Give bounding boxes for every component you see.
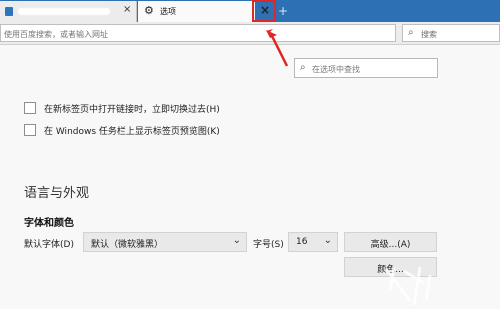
tab-options-title: 选项 — [160, 7, 176, 16]
tab-options[interactable]: ⚙ 选项 — [138, 1, 255, 22]
font-size-select[interactable]: 16 ⌄ — [288, 232, 338, 252]
chevron-down-icon: ⌄ — [232, 235, 241, 246]
tab-blurred[interactable]: × — [0, 1, 137, 22]
search-icon: ⌕ — [408, 27, 414, 38]
tab-title-redacted — [18, 8, 110, 15]
checkbox-taskbar-preview[interactable] — [24, 124, 36, 136]
search-box[interactable]: ⌕ 搜索 — [402, 24, 500, 42]
checkbox-label: 在 Windows 任务栏上显示标签页预览图(K) — [44, 127, 220, 137]
options-search-input[interactable]: ⌕ 在选项中查找 — [294, 58, 438, 78]
red-arrow-annotation — [266, 29, 289, 67]
default-font-value: 默认（微软雅黑） — [91, 240, 164, 250]
checkbox-switch-tab[interactable] — [24, 102, 36, 114]
options-search-placeholder: 在选项中查找 — [312, 65, 360, 74]
search-icon: ⌕ — [300, 62, 306, 73]
checkbox-label: 在新标签页中打开链接时，立即切换过去(H) — [44, 105, 220, 115]
font-size-label: 字号(S) — [253, 240, 284, 250]
default-font-select[interactable]: 默认（微软雅黑） ⌄ — [83, 232, 247, 252]
site-favicon-icon — [5, 7, 13, 16]
close-icon[interactable]: × — [260, 3, 270, 17]
font-size-value: 16 — [296, 237, 308, 247]
advanced-fonts-button-label: 高级...(A) — [370, 240, 411, 250]
new-tab-icon[interactable]: + — [278, 5, 290, 17]
close-icon[interactable]: × — [123, 4, 131, 15]
tab-bar: × ⚙ 选项 × + — [0, 0, 500, 22]
navigation-toolbar: ⌕ 搜索 — [0, 22, 500, 45]
address-bar[interactable] — [0, 24, 396, 42]
watermark — [384, 266, 432, 306]
gear-icon: ⚙ — [144, 4, 154, 17]
section-title-language: 语言与外观 — [24, 186, 90, 201]
search-placeholder: 搜索 — [421, 30, 437, 39]
subsection-title-fonts: 字体和颜色 — [24, 218, 74, 229]
chevron-down-icon: ⌄ — [323, 235, 332, 246]
default-font-label: 默认字体(D) — [24, 240, 74, 250]
advanced-fonts-button[interactable]: 高级...(A) — [344, 232, 437, 252]
